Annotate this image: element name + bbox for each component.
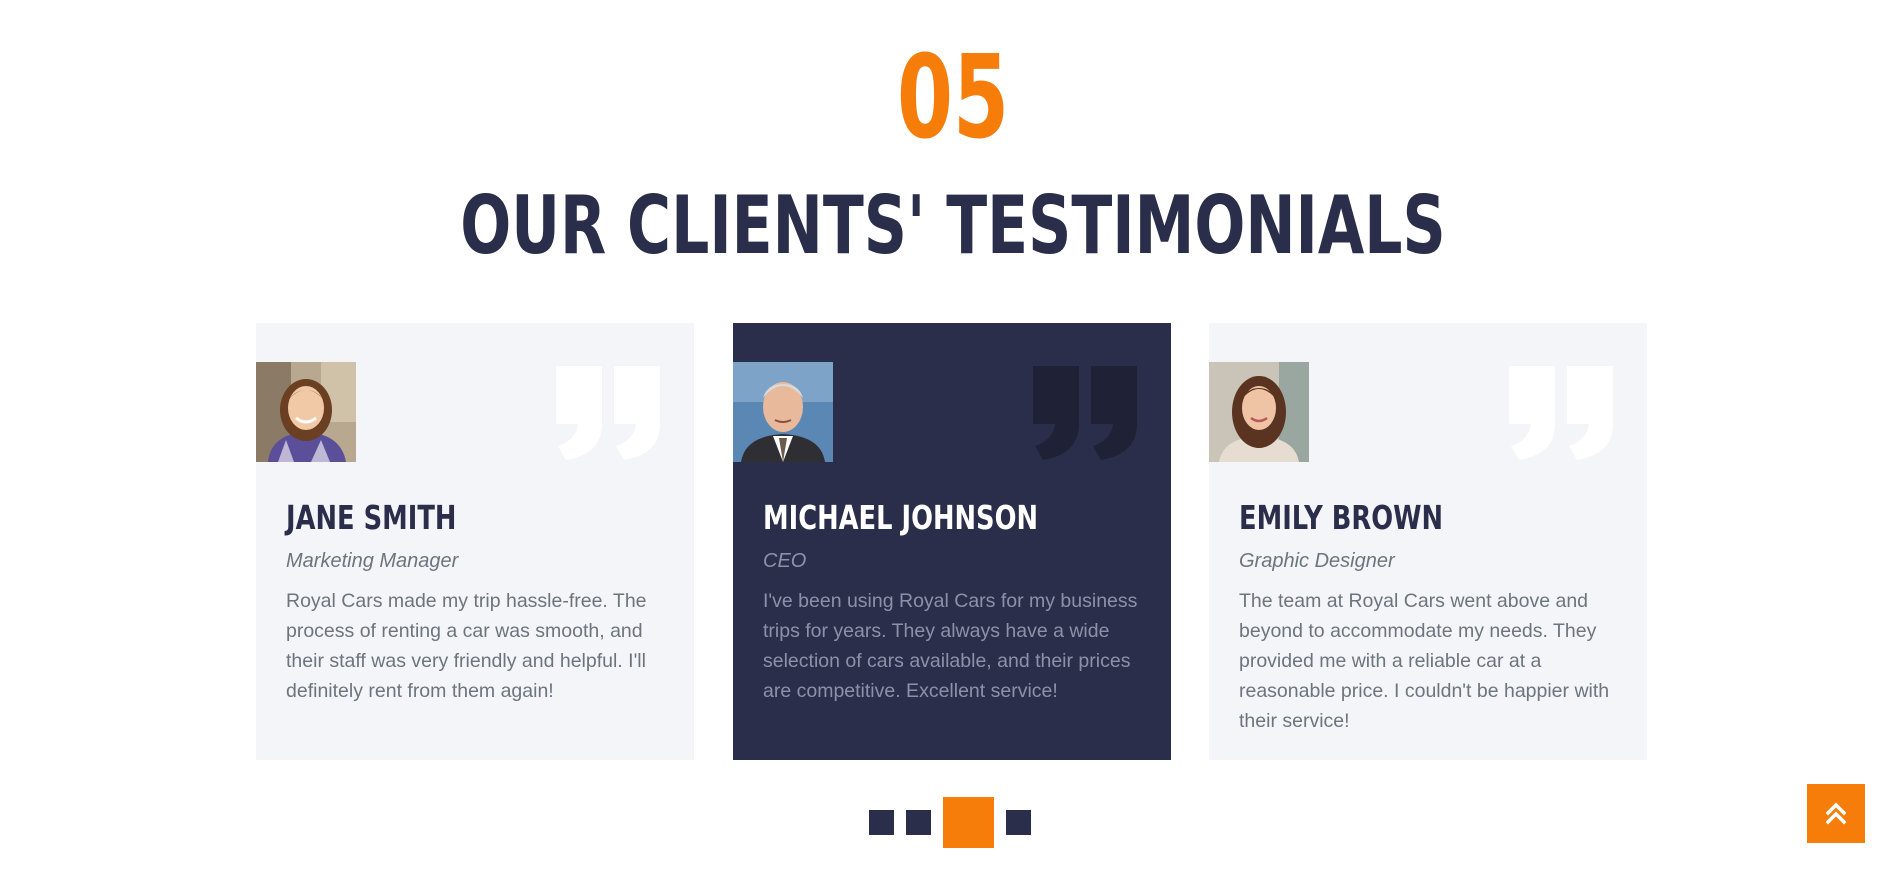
client-role: CEO — [763, 550, 807, 572]
client-name: JANE SMITH — [286, 498, 457, 537]
carousel-dot-2[interactable] — [906, 810, 931, 835]
double-chevron-up-icon — [1826, 802, 1846, 825]
carousel-dot-4[interactable] — [1006, 810, 1031, 835]
quote-right-icon — [556, 366, 660, 460]
client-name: EMILY BROWN — [1239, 498, 1444, 537]
avatar — [256, 362, 356, 462]
section-number: 05 — [896, 31, 1010, 165]
testimonial-text: Royal Cars made my trip hassle-free. The… — [286, 590, 647, 702]
carousel-dot-1[interactable] — [869, 810, 894, 835]
client-name: MICHAEL JOHNSON — [763, 498, 1038, 537]
testimonial-card-jane-smith: JANE SMITH Marketing Manager Royal Cars … — [256, 323, 694, 760]
testimonial-text: The team at Royal Cars went above and be… — [1239, 590, 1610, 732]
testimonial-card-emily-brown: EMILY BROWN Graphic Designer The team at… — [1209, 323, 1647, 760]
avatar — [733, 362, 833, 462]
back-to-top-button[interactable] — [1807, 784, 1865, 843]
section-title: OUR CLIENTS' TESTIMONIALS — [460, 179, 1446, 272]
client-role: Marketing Manager — [286, 550, 459, 572]
client-role: Graphic Designer — [1239, 550, 1395, 572]
quote-right-icon — [1509, 366, 1613, 460]
testimonial-card-michael-johnson: MICHAEL JOHNSON CEO I've been using Roya… — [733, 323, 1171, 760]
carousel-dot-3-active[interactable] — [943, 797, 994, 848]
testimonial-text: I've been using Royal Cars for my busine… — [763, 590, 1138, 702]
quote-right-icon — [1033, 366, 1137, 460]
avatar — [1209, 362, 1309, 462]
